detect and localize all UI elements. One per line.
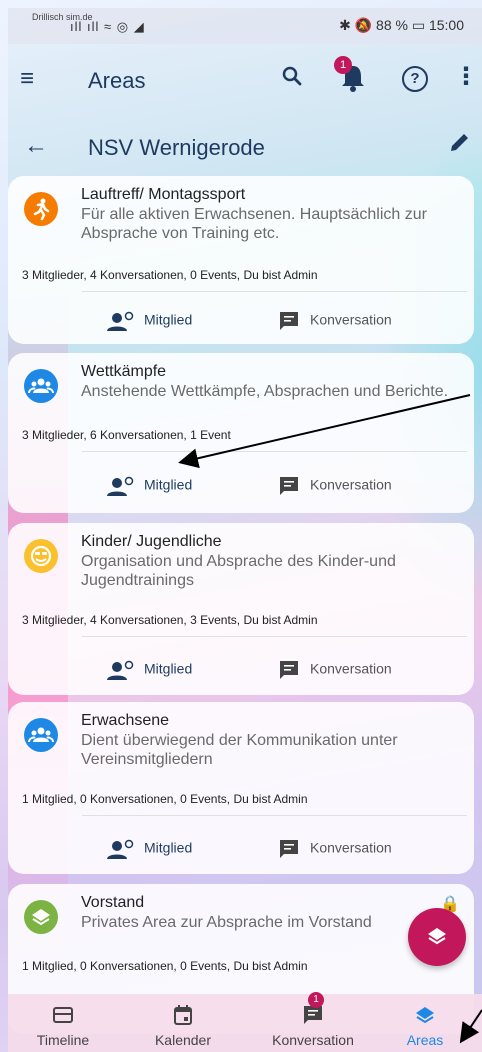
calendar-icon	[174, 1005, 192, 1025]
member-button[interactable]: Mitglied	[106, 475, 192, 497]
app-title: Areas	[88, 68, 146, 93]
conversation-badge: 1	[308, 992, 324, 1008]
area-stats: 1 Mitglied, 0 Konversationen, 0 Events, …	[22, 959, 308, 973]
area-stats: 1 Mitglied, 0 Konversationen, 0 Events, …	[22, 792, 308, 806]
area-card[interactable]: Wettkämpfe Anstehende Wettkämpfe, Abspra…	[8, 353, 474, 513]
area-description: Anstehende Wettkämpfe, Absprachen und Be…	[81, 383, 449, 400]
divider	[82, 291, 467, 292]
area-stats: 3 Mitglieder, 4 Konversationen, 0 Events…	[22, 268, 318, 282]
nav-label: Timeline	[36, 1032, 90, 1048]
member-button[interactable]: Mitglied	[106, 659, 192, 681]
run-icon	[24, 192, 58, 226]
area-name: Kinder/ Jugendliche	[81, 533, 222, 550]
divider	[82, 815, 467, 816]
fab-areas-button[interactable]	[408, 908, 466, 966]
area-stats: 3 Mitglieder, 6 Konversationen, 1 Event	[22, 428, 231, 442]
divider	[82, 636, 467, 637]
help-icon[interactable]: ?	[402, 66, 428, 92]
area-description: Für alle aktiven Erwachsenen. Hauptsächl…	[81, 206, 427, 242]
conversation-button[interactable]: Konversation	[278, 659, 392, 681]
layers-icon	[24, 900, 58, 934]
area-name: Lauftreff/ Montagssport	[81, 186, 246, 203]
area-name: Erwachsene	[81, 712, 170, 729]
nav-label: Kalender	[154, 1032, 212, 1048]
nav-conversation[interactable]: 1 Konversation	[258, 992, 368, 1052]
conversation-label: Konversation	[310, 839, 392, 856]
menu-icon[interactable]: ≡	[20, 64, 50, 94]
conversation-label: Konversation	[310, 476, 392, 493]
edit-pencil-icon[interactable]	[448, 130, 472, 159]
notification-badge: 1	[334, 56, 352, 74]
conversation-button[interactable]: Konversation	[278, 475, 392, 497]
area-stats: 3 Mitglieder, 4 Konversationen, 3 Events…	[22, 613, 318, 627]
conversation-button[interactable]: Konversation	[278, 838, 392, 860]
area-description: Dient überwiegend der Kommunikation unte…	[81, 732, 398, 768]
area-card[interactable]: Erwachsene Dient überwiegend der Kommuni…	[8, 702, 474, 874]
conversation-button[interactable]: Konversation	[278, 310, 392, 332]
member-button[interactable]: Mitglied	[106, 838, 192, 860]
member-label: Mitglied	[144, 660, 193, 677]
timeline-icon	[53, 1007, 73, 1023]
conversation-label: Konversation	[310, 311, 392, 328]
bottom-navigation: Timeline Kalender 1 Konversation Areas	[8, 992, 482, 1052]
group-icon	[24, 369, 58, 403]
group-icon	[24, 718, 58, 752]
status-bar: Drillisch sim.de ıll ıll ≈ ◎ ◢ ✱ 🔕 88 % …	[8, 8, 482, 44]
member-button[interactable]: Mitglied	[106, 310, 192, 332]
divider	[82, 451, 467, 452]
more-options-icon[interactable]: ⋮	[454, 62, 478, 91]
member-label: Mitglied	[144, 839, 193, 856]
layers-icon	[416, 1007, 434, 1024]
member-label: Mitglied	[144, 311, 193, 328]
area-card[interactable]: Lauftreff/ Montagssport Für alle aktiven…	[8, 176, 474, 344]
app-bar: ≡ Areas 1 ? ⋮	[8, 44, 482, 118]
area-name: Wettkämpfe	[81, 363, 167, 380]
conversation-label: Konversation	[310, 660, 392, 677]
area-name: Vorstand	[81, 894, 145, 911]
battery-time: ✱ 🔕 88 % ▭ 15:00	[339, 17, 464, 33]
notification-bell-icon[interactable]: 1	[334, 56, 368, 96]
search-icon[interactable]	[280, 64, 304, 94]
app-screen: Drillisch sim.de ıll ıll ≈ ◎ ◢ ✱ 🔕 88 % …	[8, 8, 482, 1052]
member-label: Mitglied	[144, 476, 193, 493]
sub-header: ← NSV Wernigerode	[8, 118, 482, 176]
nav-label: Konversation	[272, 1032, 354, 1048]
nav-areas[interactable]: Areas	[370, 994, 480, 1052]
back-arrow-icon[interactable]: ←	[24, 132, 48, 160]
nav-calendar[interactable]: Kalender	[128, 994, 238, 1052]
nav-timeline[interactable]: Timeline	[8, 994, 118, 1052]
nav-label: Areas	[406, 1032, 444, 1048]
group-title: NSV Wernigerode	[88, 135, 265, 160]
area-description: Organisation und Absprache des Kinder-un…	[81, 553, 396, 589]
smiley-icon	[24, 539, 58, 573]
signal-icons: ıll ıll ≈ ◎ ◢	[70, 19, 145, 34]
area-card[interactable]: Kinder/ Jugendliche Organisation und Abs…	[8, 523, 474, 695]
